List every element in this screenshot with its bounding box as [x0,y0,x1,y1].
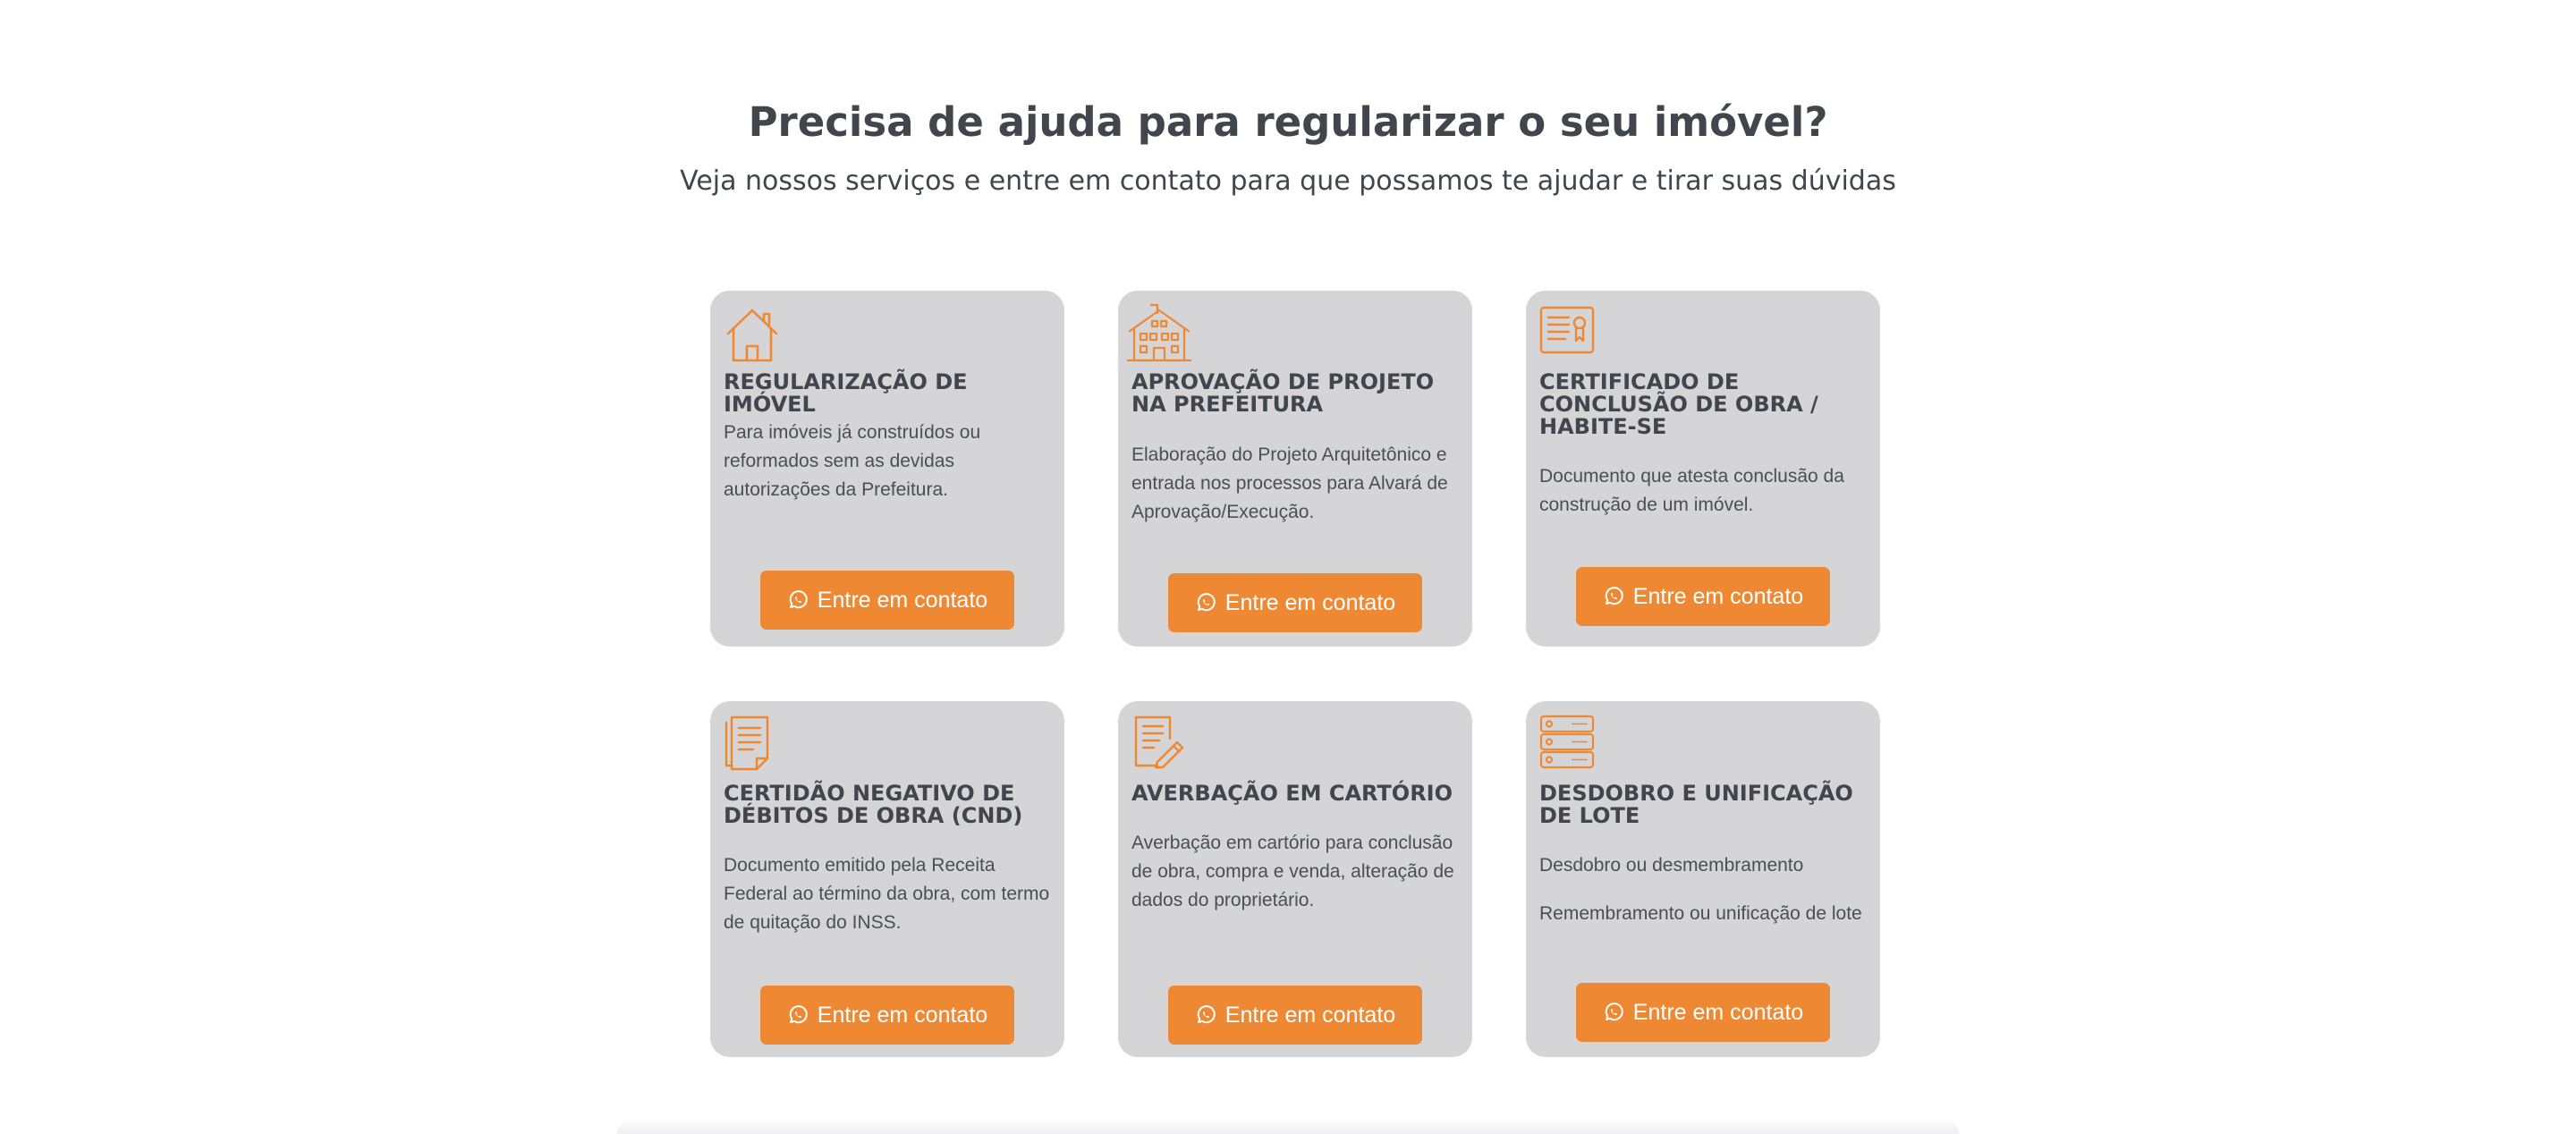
service-description: Desdobro ou desmembramento Remembramento… [1539,851,1871,948]
document-signature-icon [1131,714,1186,769]
contact-button[interactable]: Entre em contato [760,571,1014,630]
service-description-text: Elaboração do Projeto Arquitetônico e en… [1131,444,1448,522]
whatsapp-icon [787,1004,809,1026]
contact-button-label: Entre em contato [817,587,988,613]
service-title: CERTIDÃO NEGATIVO DE DÉBITOS DE OBRA (CN… [724,781,1023,828]
service-description-text: Remembramento ou unificação de lote [1539,903,1862,924]
service-description-text: Para imóveis já construídos ou reformado… [724,422,981,500]
certificate-icon [1538,305,1596,355]
service-description-text: Averbação em cartório para conclusão de … [1131,833,1454,910]
contact-button[interactable]: Entre em contato [1576,983,1830,1042]
checklist-icon [1538,714,1596,769]
whatsapp-icon [1603,1002,1624,1023]
building-icon [1125,301,1193,364]
contact-button[interactable]: Entre em contato [760,986,1014,1045]
service-card-regularizacao: REGULARIZAÇÃO DE IMÓVEL Para imóveis já … [710,291,1064,647]
service-title: CERTIFICADO DE CONCLUSÃO DE OBRA / HABIT… [1539,369,1818,439]
contact-button-label: Entre em contato [1224,589,1396,615]
service-description: Elaboração do Projeto Arquitetônico e en… [1131,441,1463,546]
whatsapp-icon [1195,1004,1216,1026]
service-description: Para imóveis já construídos ou reformado… [724,419,1055,524]
service-description: Averbação em cartório para conclusão de … [1131,829,1463,935]
contact-button-label: Entre em contato [1632,999,1804,1025]
service-description: Documento que atesta conclusão da constr… [1539,462,1871,539]
section-divider-shadow [617,1118,1959,1134]
document-icon [723,714,773,771]
service-card-aprovacao: APROVAÇÃO DE PROJETO NA PREFEITURA Elabo… [1118,291,1472,647]
page-subtitle: Veja nossos serviços e entre em contato … [680,165,1896,197]
service-card-averbacao: AVERBAÇÃO EM CARTÓRIO Averbação em cartó… [1118,701,1472,1057]
contact-button[interactable]: Entre em contato [1576,567,1830,626]
service-title: DESDOBRO E UNIFICAÇÃO DE LOTE [1539,781,1853,828]
service-title: AVERBAÇÃO EM CARTÓRIO [1131,781,1453,806]
house-icon [723,307,782,364]
service-card-cnd: CERTIDÃO NEGATIVO DE DÉBITOS DE OBRA (CN… [710,701,1064,1057]
whatsapp-icon [1195,592,1216,614]
service-title: APROVAÇÃO DE PROJETO NA PREFEITURA [1131,369,1435,417]
contact-button-label: Entre em contato [817,1002,988,1028]
service-description: Documento emitido pela Receita Federal a… [724,851,1055,957]
contact-button[interactable]: Entre em contato [1168,986,1422,1045]
service-description-text: Documento que atesta conclusão da constr… [1539,466,1844,515]
contact-button-label: Entre em contato [1224,1002,1396,1028]
service-card-desdobro: DESDOBRO E UNIFICAÇÃO DE LOTE Desdobro o… [1526,701,1880,1057]
whatsapp-icon [787,589,809,611]
contact-button-label: Entre em contato [1632,583,1804,609]
service-description-text: Documento emitido pela Receita Federal a… [724,855,1050,933]
contact-button[interactable]: Entre em contato [1168,573,1422,632]
service-card-habite-se: CERTIFICADO DE CONCLUSÃO DE OBRA / HABIT… [1526,291,1880,647]
whatsapp-icon [1603,586,1624,607]
service-title: REGULARIZAÇÃO DE IMÓVEL [724,369,968,417]
page-title: Precisa de ajuda para regularizar o seu … [748,98,1828,146]
service-description-text: Desdobro ou desmembramento [1539,855,1804,876]
